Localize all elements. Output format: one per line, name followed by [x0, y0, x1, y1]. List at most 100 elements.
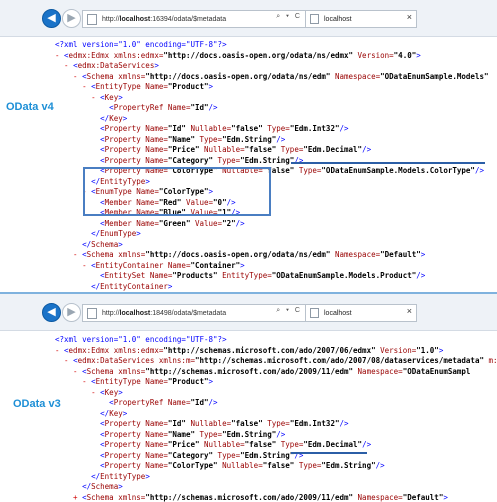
xml-token: < [55, 156, 105, 165]
xml-token: Nullable= [186, 419, 231, 428]
xml-token: "Id" [168, 124, 186, 133]
xml-token: edmx:DataServices [78, 356, 155, 365]
xml-token: Name= [141, 124, 168, 133]
xml-token: > [439, 346, 444, 355]
collapse-toggle[interactable]: - [55, 377, 91, 386]
xml-token: "Price" [168, 145, 200, 154]
xml-token: "Edm.String" [321, 461, 375, 470]
address-url[interactable]: http://localhost:16394/odata/$metadata [102, 16, 226, 23]
browser-window-odata-v4: ◀ ▶ http://localhost:16394/odata/$metada… [0, 0, 497, 292]
back-button[interactable]: ◀ [42, 9, 61, 28]
xml-token: < [55, 430, 105, 439]
xml-line: - <Schema xmlns="http://schemas.microsof… [55, 367, 497, 378]
back-arrow-icon: ◀ [47, 13, 55, 24]
xml-document: <?xml version="1.0" encoding="UTF-8"?> - … [55, 40, 489, 292]
xml-token: > [118, 388, 123, 397]
collapse-toggle[interactable]: - [55, 356, 73, 365]
xml-token: EntityType [100, 472, 145, 481]
collapse-toggle[interactable]: - [55, 388, 100, 397]
tab-title: localhost [324, 16, 352, 23]
xml-token: Property [105, 430, 141, 439]
browser-tab[interactable]: localhost × [305, 304, 417, 322]
xml-token: "Edm.Decimal" [303, 145, 362, 154]
back-button[interactable]: ◀ [42, 303, 61, 322]
xml-token: Property [105, 451, 141, 460]
xml-token: Name= [141, 156, 168, 165]
address-controls[interactable]: ⌕ ▾ C [276, 13, 302, 21]
xml-token: < [55, 103, 114, 112]
xml-token: </ [55, 472, 100, 481]
xml-token: "Category" [168, 156, 213, 165]
xml-line: - <Schema xmlns="http://docs.oasis-open.… [55, 250, 489, 261]
collapse-toggle[interactable]: - [55, 82, 91, 91]
tab-title: localhost [324, 310, 352, 317]
collapse-toggle[interactable]: - [55, 51, 64, 60]
xml-token: /> [416, 271, 425, 280]
tab-page-icon [310, 308, 319, 318]
xml-token: xmlns= [114, 367, 146, 376]
xml-line: </Schema> [55, 482, 497, 493]
xml-token: /> [376, 461, 385, 470]
xml-token: /> [362, 440, 371, 449]
xml-token: "Product" [168, 82, 209, 91]
xml-token: "Edm.String" [240, 156, 294, 165]
address-bar[interactable]: http://localhost:16394/odata/$metadata ⌕… [82, 10, 306, 28]
xml-token: "http://schemas.microsoft.com/ado/2007/0… [163, 346, 375, 355]
xml-token: Name= [141, 145, 168, 154]
xml-token: < [55, 271, 105, 280]
xml-token: Type= [213, 451, 240, 460]
xml-token: EntityContainer [96, 261, 164, 270]
xml-token: /> [209, 398, 218, 407]
xml-token: "ODataEnumSampl [403, 367, 471, 376]
colortype-type-underline [291, 452, 367, 454]
xml-line: <Property Name="Name" Type="Edm.String"/… [55, 430, 497, 441]
collapse-toggle[interactable]: - [55, 250, 82, 259]
xml-token: m: [484, 356, 497, 365]
xml-token: < [55, 145, 105, 154]
address-url[interactable]: http://localhost:18498/odata/$metadata [102, 310, 226, 317]
xml-line: <EntitySet Name="Products" EntityType="O… [55, 271, 489, 282]
xml-token: Key [109, 409, 123, 418]
xml-token: Key [105, 388, 119, 397]
xml-token: /> [276, 430, 285, 439]
forward-button[interactable]: ▶ [62, 9, 81, 28]
url-host: localhost [120, 16, 151, 23]
xml-line: <?xml version="1.0" encoding="UTF-8"?> [55, 40, 489, 51]
forward-button[interactable]: ▶ [62, 303, 81, 322]
xml-token: Member [105, 219, 132, 228]
xml-token: Nullable= [218, 461, 263, 470]
xml-token: EntitySet [105, 271, 146, 280]
collapse-toggle[interactable]: - [55, 367, 82, 376]
xml-token: "2" [222, 219, 236, 228]
xml-token: /> [276, 135, 285, 144]
address-controls[interactable]: ⌕ ▾ C [276, 307, 302, 315]
xml-token: </ [55, 409, 109, 418]
xml-token: Schema [91, 482, 118, 491]
address-bar[interactable]: http://localhost:18498/odata/$metadata ⌕… [82, 304, 306, 322]
xml-token: "http://docs.oasis-open.org/odata/ns/edm… [145, 250, 330, 259]
xml-token: Name= [141, 377, 168, 386]
xml-document: <?xml version="1.0" encoding="UTF-8"?>- … [55, 335, 497, 502]
xml-token: > [118, 93, 123, 102]
collapse-toggle[interactable]: - [55, 261, 91, 270]
collapse-toggle[interactable]: - [55, 346, 64, 355]
browser-tab[interactable]: localhost × [305, 10, 417, 28]
xml-token: /> [236, 219, 245, 228]
xml-token: /> [209, 103, 218, 112]
xml-token: Schema [87, 493, 114, 502]
expand-toggle[interactable]: + [55, 493, 82, 502]
xml-token: > [168, 282, 173, 291]
collapse-toggle[interactable]: - [55, 61, 73, 70]
xml-token: </ [55, 282, 100, 291]
xml-token: Schema [91, 240, 118, 249]
collapse-toggle[interactable]: - [55, 93, 100, 102]
collapse-toggle[interactable]: - [55, 72, 82, 81]
xml-token: < [55, 219, 105, 228]
xml-token: Schema [87, 367, 114, 376]
xml-token: Property [105, 124, 141, 133]
xml-token: "Default" [380, 250, 421, 259]
close-tab-icon[interactable]: × [407, 12, 412, 22]
xml-line: <Property Name="Category" Type="Edm.Stri… [55, 451, 497, 462]
close-tab-icon[interactable]: × [407, 306, 412, 316]
xml-token: > [421, 250, 426, 259]
